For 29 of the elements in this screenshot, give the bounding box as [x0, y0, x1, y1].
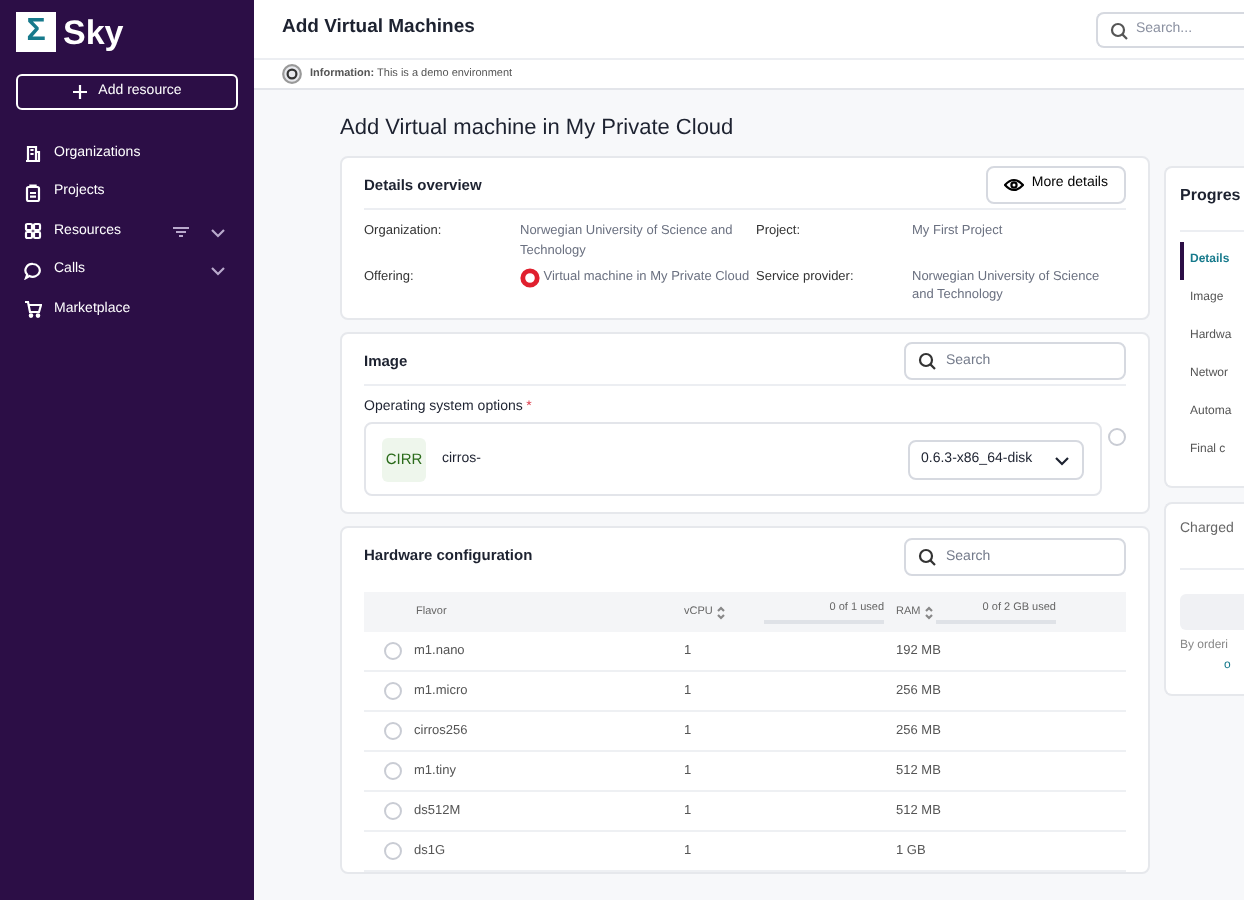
- chevron-down-icon: [1053, 453, 1069, 466]
- radio-button[interactable]: [384, 762, 402, 780]
- ring-logo-icon: [520, 267, 540, 287]
- eye-icon: [1003, 178, 1024, 192]
- search-icon: [918, 547, 936, 565]
- page-title: Add Virtual machine in My Private Cloud: [340, 114, 736, 140]
- clipboard-icon: [24, 183, 42, 202]
- sort-icon: [923, 605, 934, 619]
- filter-icon: [172, 225, 190, 238]
- grid-icon: [24, 222, 42, 241]
- radio-button[interactable]: [384, 842, 402, 860]
- radio-button[interactable]: [384, 802, 402, 820]
- sort-icon: [716, 605, 727, 619]
- radio-button[interactable]: [384, 682, 402, 700]
- page-header-title: Add Virtual Machines: [282, 14, 475, 43]
- chevron-down-icon: [210, 225, 226, 238]
- building-icon: [24, 144, 42, 163]
- logo-mark: Σ: [16, 12, 56, 52]
- cart-icon: [24, 300, 42, 319]
- search-icon: [1110, 21, 1128, 39]
- radio-button[interactable]: [384, 642, 402, 660]
- search-icon: [918, 352, 936, 370]
- radio-button[interactable]: [384, 722, 402, 740]
- plus-icon: [72, 84, 89, 100]
- chat-bubble-icon: [24, 261, 42, 280]
- radio-button[interactable]: [1108, 428, 1126, 447]
- chevron-down-icon: [210, 264, 226, 277]
- card-title: Progres: [1180, 184, 1243, 208]
- brand-name: Sky: [63, 15, 124, 49]
